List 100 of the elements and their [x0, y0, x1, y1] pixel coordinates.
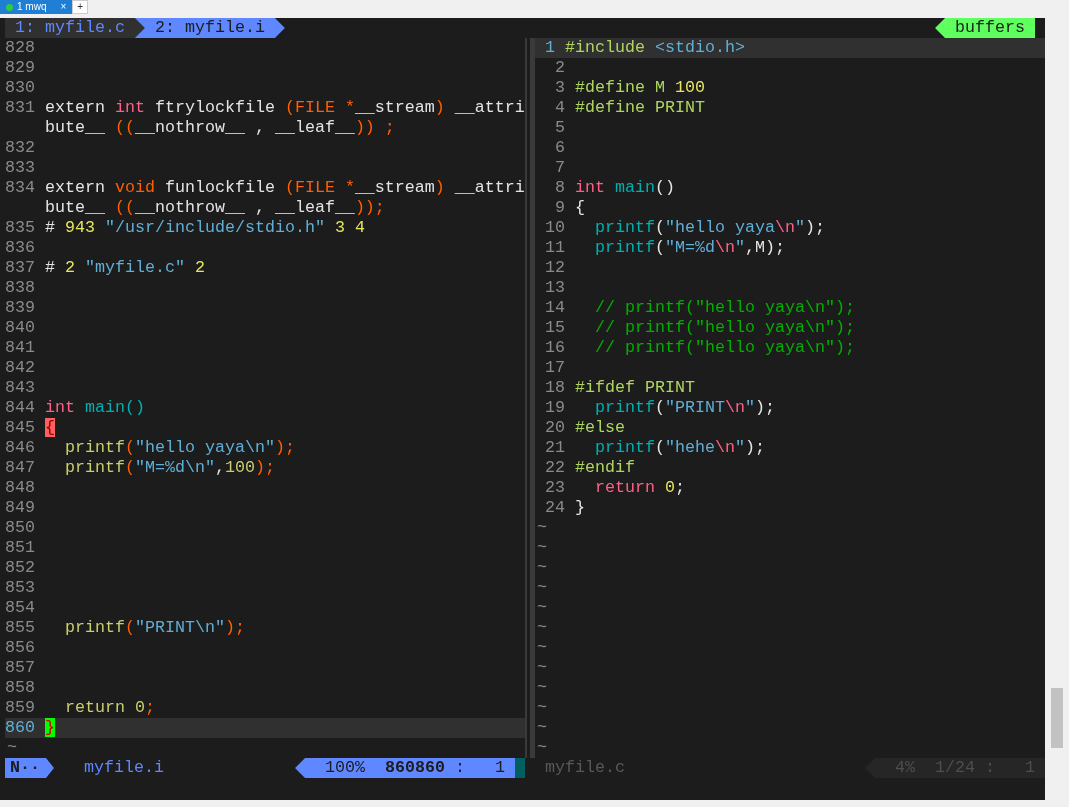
line-number: 834	[5, 178, 36, 198]
scrollbar-thumb[interactable]	[1051, 688, 1063, 748]
code-line: // printf("hello yaya\n");	[594, 298, 855, 318]
code-line: #define PRINT	[575, 98, 705, 118]
code-line: // printf("hello yaya\n");	[594, 318, 855, 338]
line-number: 3	[554, 78, 566, 98]
line-number: 829	[5, 58, 36, 78]
line-number: 850	[5, 518, 36, 538]
filler-tilde: ~	[536, 598, 547, 618]
line-number: 845	[5, 418, 36, 438]
code-line: return 0;	[594, 478, 685, 498]
line-number: 847	[5, 458, 36, 478]
terminal-tab[interactable]: 1 mwq ×	[0, 0, 73, 14]
line-number: 853	[5, 578, 36, 598]
line-number: 838	[5, 278, 36, 298]
line-number: 22	[544, 458, 566, 478]
code-line: printf("hello yaya\n");	[64, 438, 295, 458]
line-number: 843	[5, 378, 36, 398]
file-name: myfile.i	[84, 758, 164, 778]
line-number: 11	[544, 238, 566, 258]
line-number: 832	[5, 138, 36, 158]
line-number: 5	[554, 118, 566, 138]
line-number: 841	[5, 338, 36, 358]
line-number: 13	[544, 278, 566, 298]
filler-tilde: ~	[536, 558, 547, 578]
filler-tilde: ~	[536, 658, 547, 678]
line-number: 857	[5, 658, 36, 678]
column-position: 1	[495, 758, 505, 778]
buffer-tab[interactable]: 2: myfile.i	[134, 18, 285, 38]
line-number: 9	[554, 198, 566, 218]
line-number: 842	[5, 358, 36, 378]
code-line: # 943 "/usr/include/stdio.h" 3 4	[45, 218, 365, 238]
line-number: 858	[5, 678, 36, 698]
code-line: int main()	[45, 398, 145, 418]
line-number: 851	[5, 538, 36, 558]
code-line: }	[575, 498, 585, 518]
filler-tilde: ~	[536, 538, 547, 558]
line-number: 836	[5, 238, 36, 258]
code-line: bute__ ((__nothrow__ , __leaf__));	[45, 198, 385, 218]
line-number: 840	[5, 318, 36, 338]
percent-text: 100%	[325, 758, 365, 778]
line-number: 4	[554, 98, 566, 118]
code-line: #endif	[575, 458, 635, 478]
code-line: #define M 100	[575, 78, 705, 98]
line-number: 21	[544, 438, 566, 458]
filler-tilde: ~	[536, 518, 547, 538]
line-number: 6	[554, 138, 566, 158]
code-line: bute__ ((__nothrow__ , __leaf__)) ;	[45, 118, 395, 138]
code-line: #include <stdio.h>	[565, 38, 745, 58]
code-line: printf("M=%d\n",M);	[594, 238, 785, 258]
status-dot-icon	[6, 3, 13, 11]
filler-tilde: ~	[6, 738, 17, 758]
line-number: 10	[544, 218, 566, 238]
position-separator: :	[455, 758, 465, 778]
filler-tilde: ~	[536, 678, 547, 698]
code-line: // printf("hello yaya\n");	[594, 338, 855, 358]
mode-marker	[515, 758, 525, 778]
code-line: #else	[575, 418, 625, 438]
line-number: 833	[5, 158, 36, 178]
code-line: # 2 "myfile.c" 2	[45, 258, 205, 278]
line-number: 852	[5, 558, 36, 578]
code-line: extern void funlockfile (FILE *__stream) __attri	[45, 178, 525, 198]
filler-tilde: ~	[536, 698, 547, 718]
line-number: 7	[554, 158, 566, 178]
line-position: 860860	[385, 758, 445, 778]
line-number: 15	[544, 318, 566, 338]
code-line: printf("hehe\n");	[594, 438, 765, 458]
filler-tilde: ~	[536, 618, 547, 638]
mode-indicator: N··	[5, 758, 54, 778]
code-line: printf("hello yaya\n");	[594, 218, 825, 238]
code-line: printf("PRINT\n");	[64, 618, 245, 638]
filler-tilde: ~	[536, 718, 547, 738]
code-line: return 0;	[64, 698, 155, 718]
line-number: 854	[5, 598, 36, 618]
window-separator[interactable]	[525, 38, 535, 758]
line-number: 18	[544, 378, 566, 398]
buffers-label: buffers	[935, 18, 1035, 38]
line-number: 830	[5, 78, 36, 98]
filler-tilde: ~	[536, 738, 547, 758]
line-number: 24	[544, 498, 566, 518]
line-number: 20	[544, 418, 566, 438]
line-number: 839	[5, 298, 36, 318]
line-number: 856	[5, 638, 36, 658]
line-number: 8	[554, 178, 566, 198]
code-line: #ifdef PRINT	[575, 378, 695, 398]
line-number: 848	[5, 478, 36, 498]
line-number: 831	[5, 98, 36, 118]
line-number: 828	[5, 38, 36, 58]
line-number: 837	[5, 258, 36, 278]
new-tab-button[interactable]: +	[72, 0, 89, 14]
close-icon[interactable]: ×	[60, 0, 67, 14]
code-line: int main()	[575, 178, 675, 198]
position-separator: :	[985, 758, 995, 778]
line-number: 19	[544, 398, 566, 418]
buffer-tab[interactable]: 1: myfile.c	[5, 18, 145, 38]
code-line: {	[575, 198, 585, 218]
line-number: 844	[5, 398, 36, 418]
line-number: 859	[5, 698, 36, 718]
filler-tilde: ~	[536, 638, 547, 658]
code-line: printf("M=%d\n",100);	[64, 458, 275, 478]
